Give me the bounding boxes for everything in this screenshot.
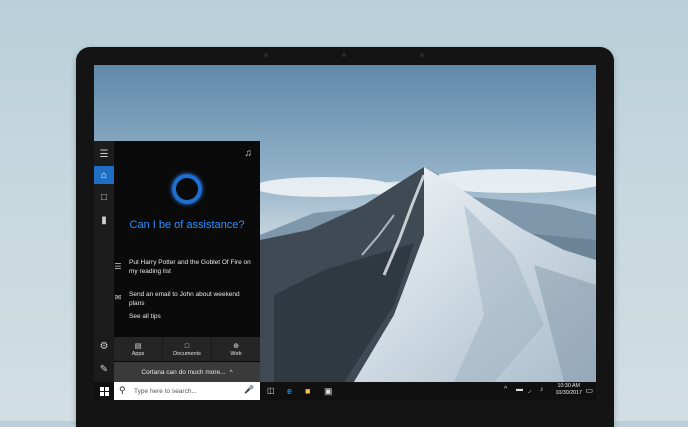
action-center-icon[interactable]: ▭ (585, 386, 593, 395)
clock-time: 10:30 AM (557, 383, 580, 389)
cortana-panel: ☰ ⌂ □ ▮ ⚙ ✎ ♫ Can I be of assistance? ☰ … (94, 141, 260, 383)
category-apps[interactable]: ▤ Apps (114, 337, 163, 361)
start-button[interactable] (94, 382, 114, 400)
web-icon: ⊕ (233, 342, 239, 350)
mail-icon: ✉ (114, 293, 122, 302)
category-documents-label: Documents (173, 350, 201, 357)
battery-icon[interactable]: ▬ (516, 386, 523, 393)
store-icon[interactable]: ▣ (324, 385, 333, 397)
category-documents[interactable]: □ Documents (163, 337, 212, 361)
notebook-icon[interactable]: □ (94, 188, 114, 206)
volume-icon[interactable]: ♪ (540, 386, 544, 393)
wifi-icon[interactable]: ◞ (528, 386, 531, 394)
suggestion-reading-list[interactable]: Put Harry Potter and the Goblet Of Fire … (129, 259, 254, 276)
bezel-sensor (420, 53, 424, 57)
task-view-icon[interactable]: ◫ (267, 385, 275, 397)
taskbar-search-box[interactable]: ⚲ 🎤 (114, 382, 260, 400)
documents-icon: □ (184, 342, 190, 350)
see-all-tips-link[interactable]: See all tips (129, 313, 254, 322)
cortana-ring-icon (172, 174, 202, 204)
taskbar-clock[interactable]: 10:30 AM 10/30/2017 (555, 383, 582, 397)
category-apps-label: Apps (131, 350, 145, 357)
chevron-up-icon: ^ (229, 369, 233, 376)
taskbar: ⚲ 🎤 ◫ e ■ ▣ ^ ▬ ◞ ♪ 10:30 AM 10/30/2017 … (94, 382, 596, 400)
cortana-side-rail: ☰ ⌂ □ ▮ ⚙ ✎ (94, 141, 114, 383)
windows-logo-icon (99, 386, 109, 396)
cortana-greeting: Can I be of assistance? (129, 219, 245, 231)
suggestion-email[interactable]: Send an email to John about weekend plan… (129, 291, 254, 308)
microphone-icon[interactable]: 🎤 (244, 385, 254, 394)
edge-browser-icon[interactable]: e (287, 385, 292, 397)
list-icon: ☰ (114, 262, 122, 271)
category-web-label: Web (230, 350, 242, 357)
cortana-more-button[interactable]: Cortana can do much more... ^ (114, 362, 260, 383)
feedback-icon[interactable]: ✎ (94, 360, 114, 378)
settings-gear-icon[interactable]: ⚙ (94, 337, 114, 355)
search-input[interactable] (134, 385, 234, 397)
hamburger-menu-icon[interactable]: ☰ (94, 145, 114, 163)
bezel-sensor (264, 53, 268, 57)
cortana-more-label: Cortana can do much more... (141, 369, 226, 376)
apps-icon: ▤ (134, 342, 142, 350)
file-explorer-icon[interactable]: ■ (305, 385, 310, 397)
devices-icon[interactable]: ▮ (94, 211, 114, 229)
clock-date: 10/30/2017 (555, 390, 582, 396)
search-icon: ⚲ (119, 385, 126, 395)
search-category-bar: ▤ Apps □ Documents ⊕ Web (114, 337, 260, 361)
show-hidden-icons-chevron-icon[interactable]: ^ (504, 386, 507, 393)
music-search-icon[interactable]: ♫ (245, 148, 253, 159)
home-icon[interactable]: ⌂ (94, 166, 114, 184)
laptop-screen: ☰ ⌂ □ ▮ ⚙ ✎ ♫ Can I be of assistance? ☰ … (94, 65, 596, 400)
category-web[interactable]: ⊕ Web (212, 337, 260, 361)
webcam (342, 53, 346, 57)
